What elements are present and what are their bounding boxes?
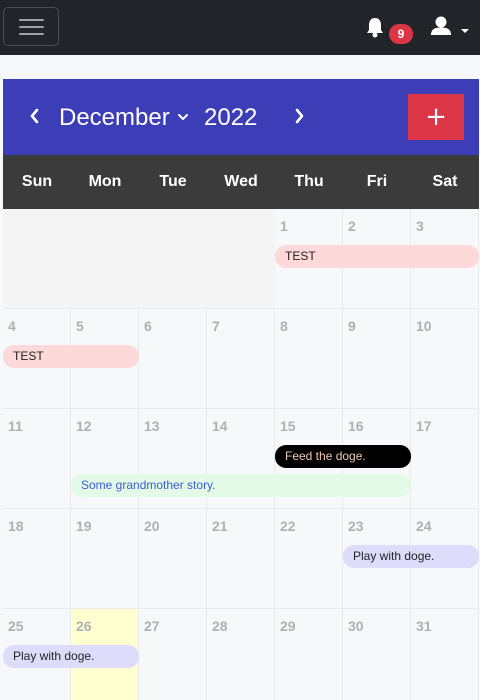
event-play-with-doge[interactable]: Play with doge. — [343, 545, 479, 568]
empty-day-cell — [3, 209, 275, 309]
day-cell[interactable]: 10 — [411, 309, 479, 409]
user-menu-button[interactable] — [430, 16, 474, 40]
top-navbar: 9 — [0, 0, 480, 55]
day-number: 15 — [280, 418, 296, 434]
event-play-with-doge[interactable]: Play with doge. — [3, 645, 139, 668]
day-number: 14 — [212, 418, 228, 434]
day-number: 16 — [348, 418, 364, 434]
event-test[interactable]: TEST — [3, 345, 139, 368]
day-number: 17 — [416, 418, 432, 434]
menu-icon-bar — [19, 26, 44, 28]
weekday-label: Sat — [432, 173, 458, 190]
day-cell[interactable]: 11 — [3, 409, 71, 509]
day-cell[interactable]: 29 — [275, 609, 343, 700]
day-cell[interactable]: 27 — [139, 609, 207, 700]
day-number: 5 — [76, 318, 84, 334]
weekday-row: Sun Mon Tue Wed Thu Fri Sat — [3, 155, 479, 209]
day-cell[interactable]: 31 — [411, 609, 479, 700]
event-grandmother-story[interactable]: Some grandmother story. — [71, 474, 411, 497]
day-number: 13 — [144, 418, 160, 434]
day-number: 1 — [280, 218, 288, 234]
day-number: 22 — [280, 518, 296, 534]
caret-down-icon[interactable] — [175, 109, 191, 125]
day-number: 2 — [348, 218, 356, 234]
day-number: 18 — [8, 518, 24, 534]
weekday-label: Mon — [88, 173, 122, 190]
chevron-right-icon[interactable] — [289, 103, 309, 129]
user-icon — [431, 16, 451, 35]
menu-icon-bar — [19, 33, 44, 35]
event-test[interactable]: TEST — [275, 245, 479, 268]
weekday-label: Sun — [21, 173, 53, 190]
day-cell[interactable]: 28 — [207, 609, 275, 700]
weekday-label: Wed — [224, 173, 258, 190]
weekday-label: Tue — [159, 173, 187, 190]
day-cell[interactable]: 8 — [275, 309, 343, 409]
day-cell[interactable]: 20 — [139, 509, 207, 609]
caret-down-icon — [461, 29, 469, 33]
day-cell[interactable]: 6 — [139, 309, 207, 409]
bell-icon[interactable] — [364, 16, 386, 38]
day-number: 27 — [144, 618, 160, 634]
day-number: 29 — [280, 618, 296, 634]
chevron-left-icon[interactable] — [25, 103, 45, 129]
day-number: 25 — [8, 618, 24, 634]
day-cell[interactable]: 7 — [207, 309, 275, 409]
day-number: 3 — [416, 218, 424, 234]
calendar-grid: 1 2 3 4 5 6 7 8 9 10 11 12 13 14 15 16 1… — [3, 209, 479, 700]
add-event-button[interactable]: + — [408, 94, 464, 140]
day-cell[interactable]: 18 — [3, 509, 71, 609]
calendar-header: December 2022 + — [3, 79, 479, 155]
day-number: 23 — [348, 518, 364, 534]
day-number: 21 — [212, 518, 228, 534]
day-cell[interactable]: 17 — [411, 409, 479, 509]
day-number: 26 — [76, 618, 92, 634]
day-cell[interactable]: 21 — [207, 509, 275, 609]
menu-icon-bar — [19, 19, 44, 21]
day-number: 7 — [212, 318, 220, 334]
day-number: 28 — [212, 618, 228, 634]
month-select[interactable]: December — [59, 103, 170, 133]
day-cell[interactable]: 19 — [71, 509, 139, 609]
event-feed-the-doge[interactable]: Feed the doge. — [275, 445, 411, 468]
day-number: 9 — [348, 318, 356, 334]
day-number: 19 — [76, 518, 92, 534]
day-number: 12 — [76, 418, 92, 434]
day-cell[interactable]: 30 — [343, 609, 411, 700]
day-number: 4 — [8, 318, 16, 334]
day-number: 6 — [144, 318, 152, 334]
day-number: 11 — [8, 418, 23, 434]
notification-badge: 9 — [389, 24, 413, 44]
day-number: 10 — [416, 318, 432, 334]
day-number: 8 — [280, 318, 288, 334]
weekday-label: Thu — [294, 173, 324, 190]
menu-toggle-button[interactable] — [3, 7, 59, 46]
year-select[interactable]: 2022 — [204, 103, 257, 133]
day-number: 24 — [416, 518, 432, 534]
day-number: 31 — [416, 618, 432, 634]
day-number: 30 — [348, 618, 364, 634]
day-cell[interactable]: 9 — [343, 309, 411, 409]
weekday-label: Fri — [366, 173, 388, 190]
day-cell[interactable]: 22 — [275, 509, 343, 609]
day-number: 20 — [144, 518, 160, 534]
